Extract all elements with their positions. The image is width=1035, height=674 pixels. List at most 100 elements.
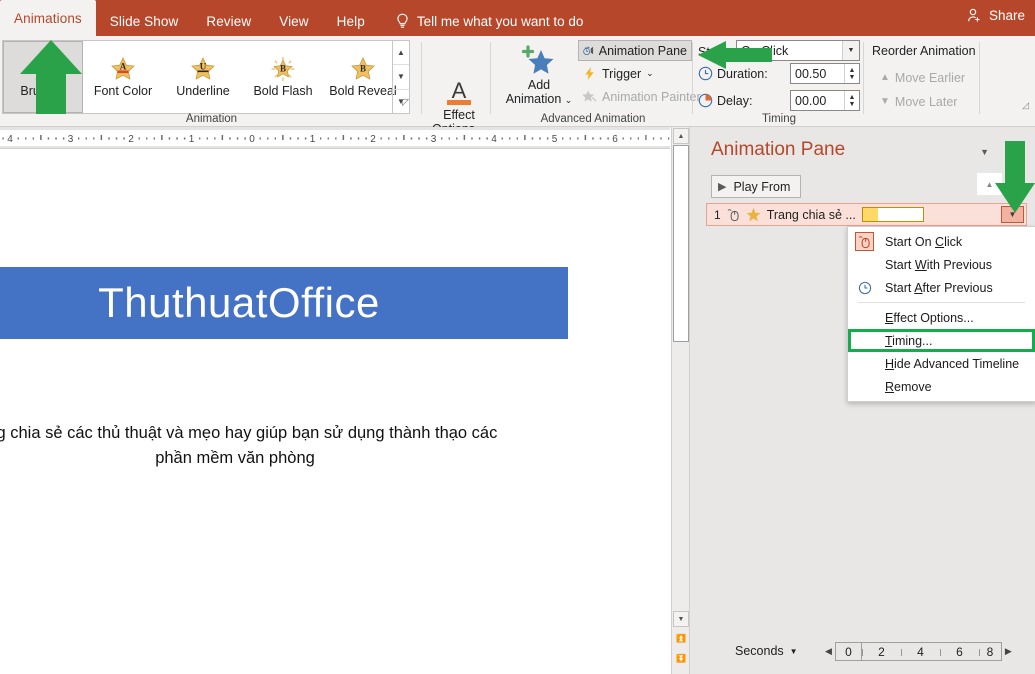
animation-bold-reveal[interactable]: B Bold Reveal	[323, 41, 403, 113]
ruler-ticks: 43210123456	[0, 127, 670, 149]
timing-dialog-launcher[interactable]: ◿	[1022, 101, 1029, 110]
share-button[interactable]: Share	[966, 7, 1025, 24]
animation-dialog-launcher[interactable]: ◸	[402, 98, 409, 107]
seconds-dropdown[interactable]: Seconds ▼	[735, 644, 798, 658]
next-slide-button[interactable]: ⏬	[673, 651, 689, 667]
menu-item-hide-advanced-timeline[interactable]: Hide Advanced Timeline	[848, 352, 1035, 375]
start-combobox[interactable]: On Click ▼	[736, 40, 860, 61]
delay-field[interactable]: 00.00 ▲▼	[790, 90, 860, 111]
animation-underline[interactable]: U Underline	[163, 41, 243, 113]
tab-view[interactable]: View	[265, 6, 322, 36]
share-person-icon	[966, 7, 983, 24]
timeline-ruler[interactable]: 0 2 4 6 8	[835, 642, 1002, 661]
ribbon-group-reorder-animation: Reorder Animation ▲ Move Earlier ▼ Move …	[866, 36, 1035, 127]
tab-animations[interactable]: Animations	[0, 0, 96, 36]
trigger-button[interactable]: Trigger ⌄	[578, 63, 658, 84]
tab-animations-label: Animations	[14, 11, 82, 26]
slide-body-placeholder[interactable]: rang chia sẻ các thủ thuật và mẹo hay gi…	[0, 421, 580, 471]
svg-text:1: 1	[310, 134, 316, 145]
pane-scroll-up-button[interactable]: ▲	[977, 173, 1002, 195]
play-from-button[interactable]: ▶ Play From	[711, 175, 801, 198]
animation-painter-icon	[582, 89, 597, 104]
duration-field[interactable]: 00.50 ▲▼	[790, 63, 860, 84]
animation-list-item[interactable]: 1 Trang chia sẻ ... ▼	[706, 203, 1027, 226]
powerpoint-window: Animations Slide Show Review View Help T…	[0, 0, 1035, 674]
ribbon-group-timing: Start: On Click ▼ Duration: 00.50 ▲▼ Del…	[694, 36, 864, 127]
gallery-scroll-up[interactable]: ▲	[393, 41, 409, 65]
timeline-scroll-right-icon[interactable]: ▶	[1005, 646, 1012, 657]
horizontal-ruler[interactable]: 43210123456	[0, 127, 670, 149]
spinner-up-icon[interactable]: ▲	[849, 67, 856, 74]
chevron-down-icon: ⌄	[646, 68, 654, 79]
menu-item-effect-options-label: Effect Options...	[885, 311, 974, 325]
scroll-down-button[interactable]: ▼	[673, 611, 689, 627]
slide-body-line-2: phần mềm văn phòng	[0, 446, 580, 471]
animation-bold-flash[interactable]: B Bold Flash	[243, 41, 323, 113]
menu-item-timing[interactable]: Timing...	[848, 329, 1035, 352]
pane-menu-chevron-icon[interactable]: ▼	[980, 147, 989, 157]
tell-me-box[interactable]: Tell me what you want to do	[379, 6, 584, 36]
svg-text:4: 4	[7, 134, 13, 145]
animation-underline-label: Underline	[176, 84, 230, 98]
svg-text:1: 1	[189, 134, 195, 145]
animation-pane-footer: Seconds ▼ ◀ 0 2 4 6 8 ▶	[690, 632, 1035, 674]
chevron-down-icon: ▼	[790, 647, 798, 656]
tab-view-label: View	[279, 14, 308, 29]
tab-help[interactable]: Help	[323, 6, 379, 36]
group-separator	[979, 42, 980, 114]
ribbon-group-advanced-animation: Add Animation ⌄ Animation Pane	[493, 36, 693, 127]
menu-separator	[858, 302, 1025, 303]
menu-item-start-on-click[interactable]: Start On Click	[848, 230, 1035, 253]
ribbon-group-animation: A Brush C A Font Color U	[0, 36, 423, 127]
animation-pane-label: Animation Pane	[599, 44, 687, 58]
group-separator	[692, 42, 693, 114]
timeline-tick-0: 0	[836, 643, 862, 660]
scroll-thumb[interactable]	[673, 145, 689, 342]
animation-font-color[interactable]: A Font Color	[83, 41, 163, 113]
animation-item-dropdown-button[interactable]: ▼	[1001, 206, 1024, 223]
spinner-down-icon[interactable]: ▼	[849, 101, 856, 108]
slide-canvas[interactable]: ThuthuatOffice ThuthuatOffice rang chia …	[0, 149, 670, 674]
duration-spinner[interactable]: ▲▼	[844, 64, 859, 83]
group-separator	[863, 42, 864, 114]
slide-vertical-scrollbar[interactable]: ▲ ▼ ⏫ ⏬	[671, 127, 689, 674]
svg-text:4: 4	[491, 134, 497, 145]
duration-label: Duration:	[717, 67, 768, 81]
delay-spinner[interactable]: ▲▼	[844, 91, 859, 110]
star-icon: B	[349, 56, 377, 82]
menu-item-effect-options[interactable]: Effect Options...	[848, 306, 1035, 329]
menu-item-start-after-previous[interactable]: Start After Previous	[848, 276, 1035, 299]
spinner-up-icon[interactable]: ▲	[849, 94, 856, 101]
menu-item-start-with-previous[interactable]: Start With Previous	[848, 253, 1035, 276]
timeline-scroll-left-icon[interactable]: ◀	[825, 646, 832, 657]
slide-title-placeholder[interactable]: ThuthuatOffice ThuthuatOffice	[0, 267, 568, 339]
add-animation-star-icon	[519, 44, 559, 78]
start-value: On Click	[741, 44, 788, 58]
previous-slide-button[interactable]: ⏫	[673, 631, 689, 647]
animation-pane-button[interactable]: Animation Pane	[578, 40, 692, 61]
add-animation-button[interactable]: Add Animation ⌄	[500, 44, 578, 107]
tab-review[interactable]: Review	[192, 6, 265, 36]
animation-brush-color[interactable]: A Brush C	[3, 41, 83, 113]
star-icon	[746, 207, 761, 222]
spinner-down-icon[interactable]: ▼	[849, 74, 856, 81]
delay-label: Delay:	[717, 94, 752, 108]
trigger-lightning-icon	[582, 66, 597, 81]
svg-text:A: A	[452, 78, 467, 103]
svg-text:B: B	[280, 64, 286, 74]
animation-painter-label: Animation Painter	[602, 90, 701, 104]
clock-glyph	[858, 281, 872, 295]
scroll-up-button[interactable]: ▲	[673, 128, 689, 144]
menu-item-remove[interactable]: Remove	[848, 375, 1035, 398]
animation-bold-reveal-label: Bold Reveal	[329, 84, 396, 98]
chevron-down-icon[interactable]: ▼	[842, 41, 859, 60]
move-later-button: ▼ Move Later	[876, 91, 961, 112]
gallery-scroll-down[interactable]: ▼	[393, 65, 409, 89]
tab-slide-show[interactable]: Slide Show	[96, 6, 193, 36]
animation-item-name: Trang chia sẻ ...	[767, 208, 856, 222]
title-reflection: ThuthuatOffice	[0, 339, 568, 387]
animation-timeline-bar[interactable]	[862, 207, 924, 222]
seconds-label: Seconds	[735, 644, 784, 658]
menu-item-remove-label: Remove	[885, 380, 932, 394]
ribbon-tab-bar: Animations Slide Show Review View Help T…	[0, 0, 1035, 36]
